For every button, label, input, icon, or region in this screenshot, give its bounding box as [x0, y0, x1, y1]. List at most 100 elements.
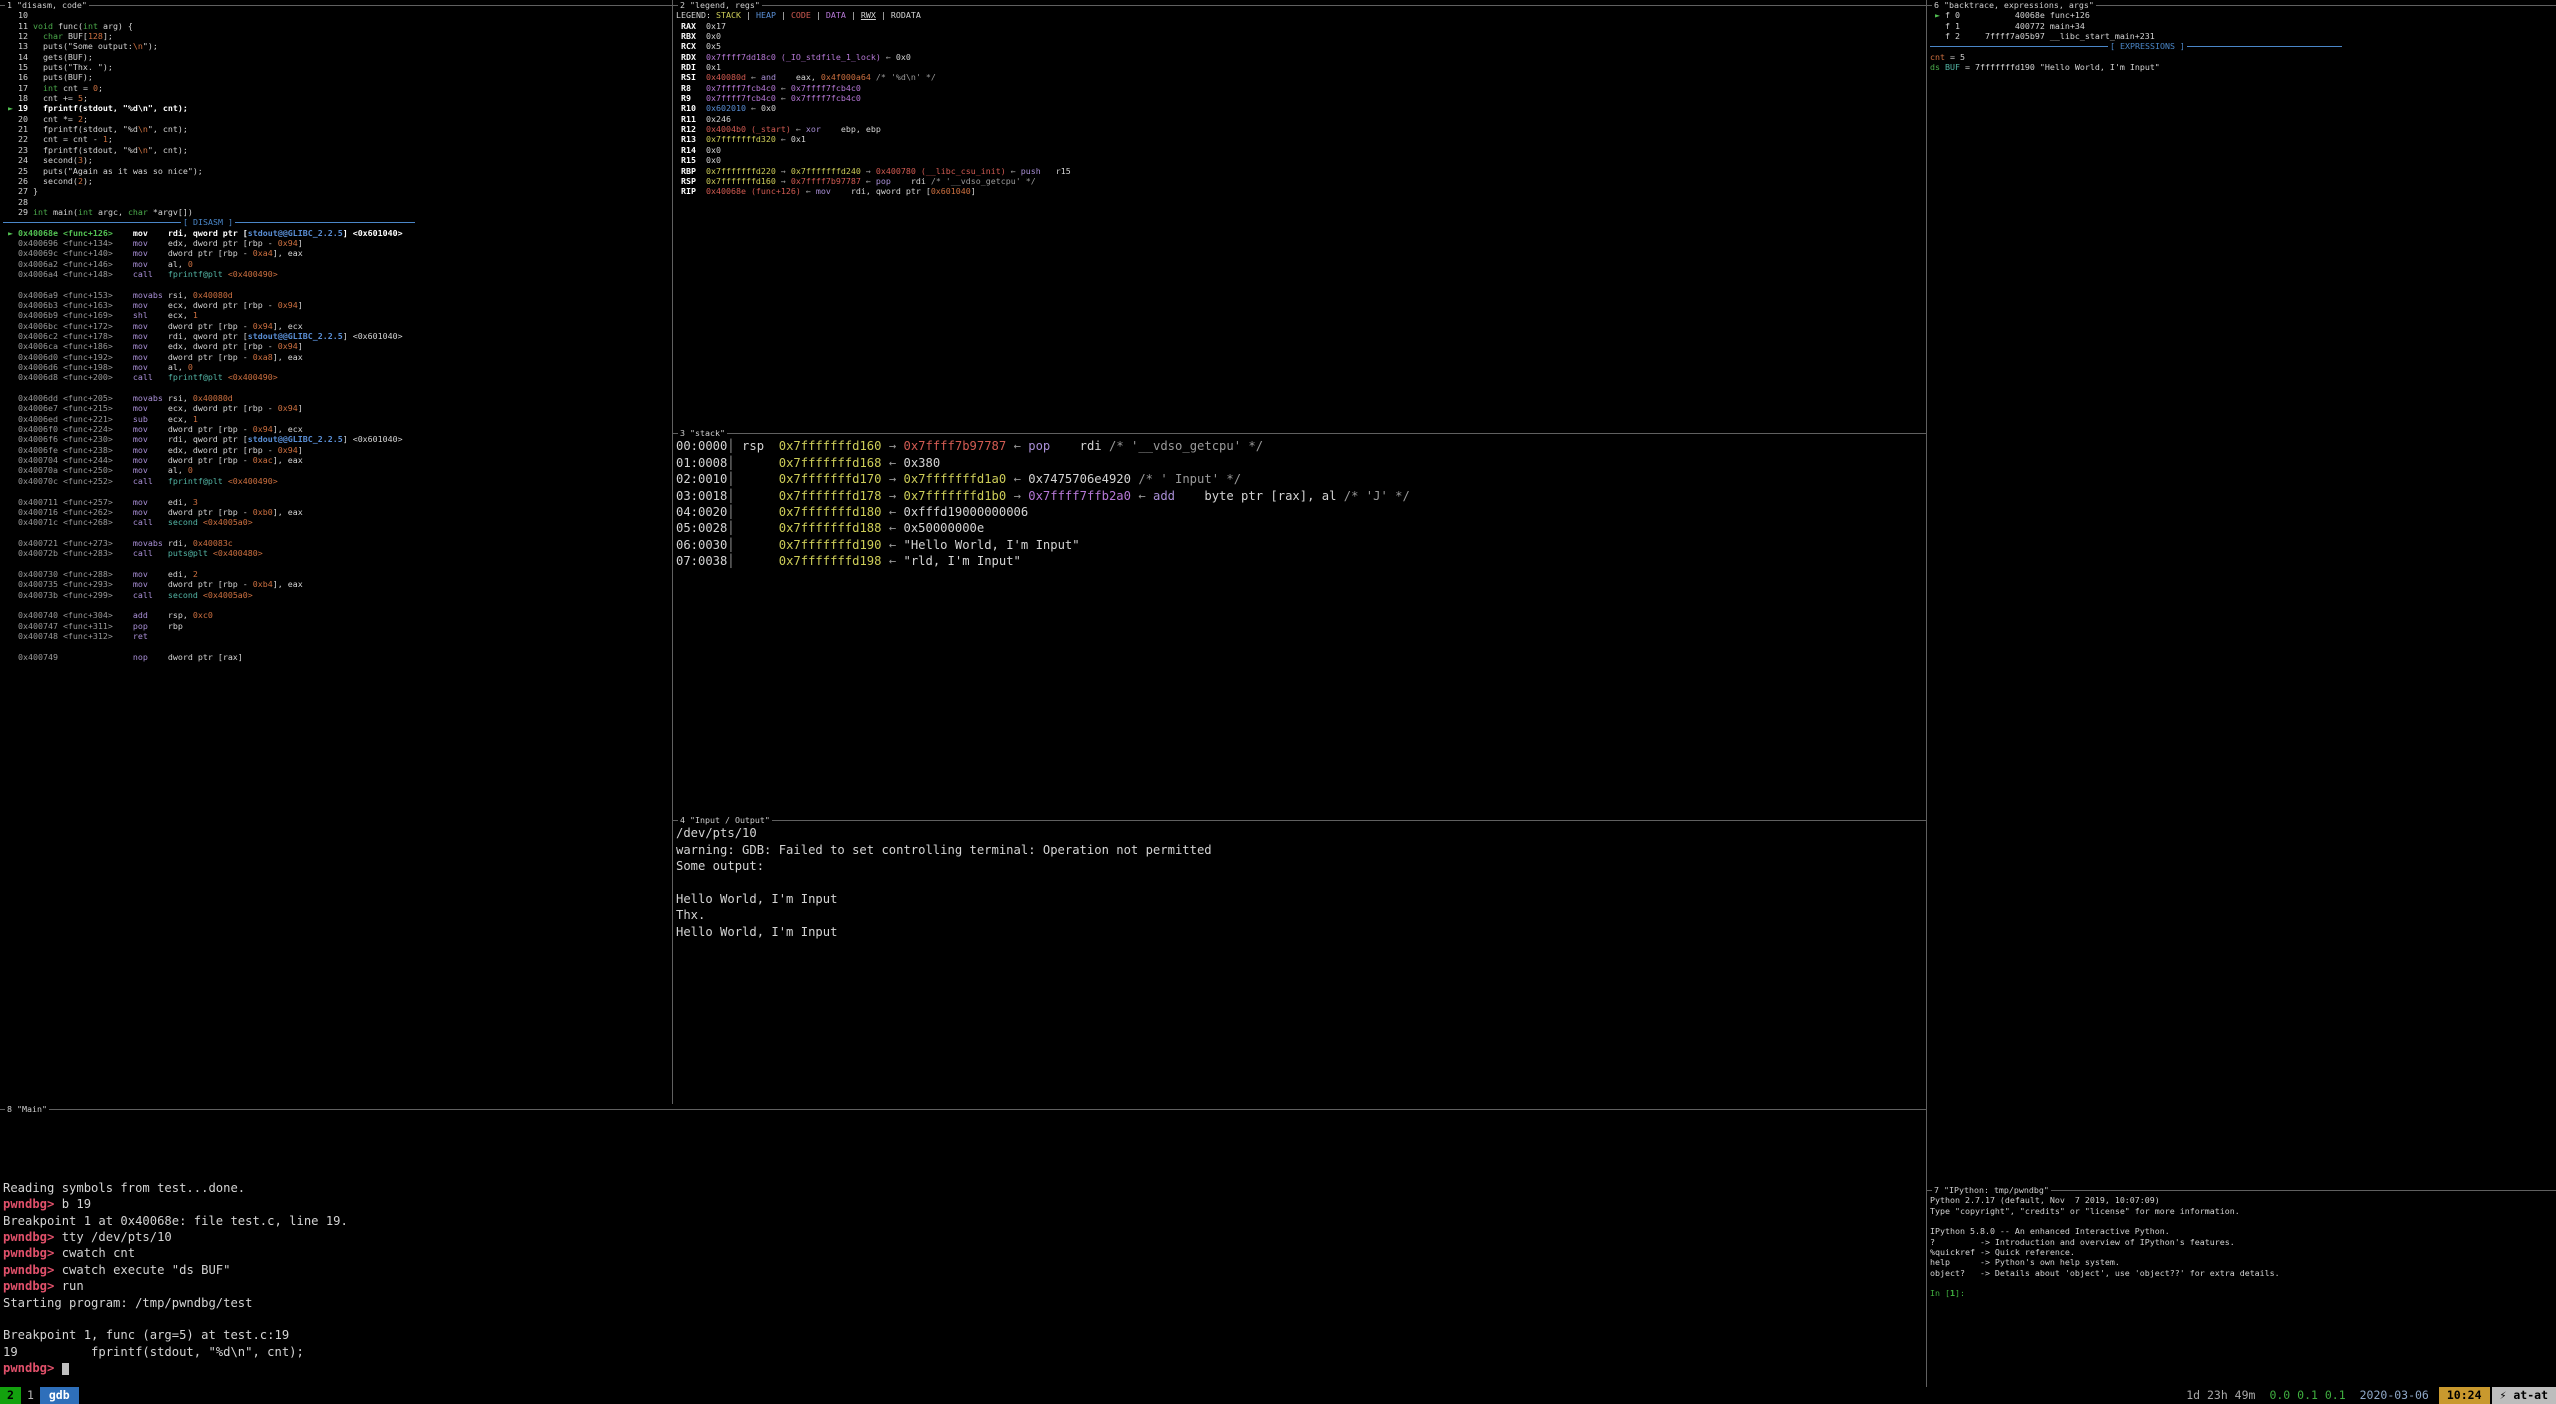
terminal-line: 11 void func(int arg) {	[3, 21, 672, 31]
terminal-line: 22 cnt = cnt - 1;	[3, 134, 672, 144]
terminal-line	[3, 1114, 1926, 1130]
terminal-line: 13 puts("Some output:\n");	[3, 41, 672, 51]
terminal-line: ► 19 fprintf(stdout, "%d\n", cnt);	[3, 103, 672, 113]
terminal-line: 12 char BUF[128];	[3, 31, 672, 41]
terminal-line: Starting program: /tmp/pwndbg/test	[3, 1295, 1926, 1311]
terminal-line	[676, 875, 1926, 891]
terminal-line: 0x4006d8 <func+200> call fprintf@plt <0x…	[3, 372, 672, 382]
terminal-line: 27 }	[3, 186, 672, 196]
terminal-line: 05:0028│ 0x7fffffffd188 ← 0x50000000e	[676, 520, 1926, 536]
terminal-line: 0x40073b <func+299> call second <0x4005a…	[3, 590, 672, 600]
terminal-line: RBP 0x7fffffffd220 → 0x7fffffffd240 → 0x…	[676, 166, 1926, 176]
session-badge[interactable]: 2	[0, 1387, 21, 1404]
pane-main-gdb[interactable]: 8 "Main" Reading symbols from test...don…	[0, 1104, 1926, 1387]
pane-border-line	[762, 5, 1926, 6]
terminal-line: 0x4006a4 <func+148> call fprintf@plt <0x…	[3, 269, 672, 279]
context-section-banner: [ EXPRESSIONS ]	[1930, 41, 2342, 51]
terminal-line: 10	[3, 10, 672, 20]
terminal-line: pwndbg>	[3, 1360, 1926, 1376]
pane-border-line	[727, 433, 1926, 434]
terminal-line: help -> Python's own help system.	[1930, 1257, 2556, 1267]
terminal-line: 0x4006dd <func+205> movabs rsi, 0x40080d	[3, 393, 672, 403]
terminal-line: pwndbg> run	[3, 1278, 1926, 1294]
terminal-line	[3, 528, 672, 538]
terminal-line: RBX 0x0	[676, 31, 1926, 41]
terminal-line: 0x400721 <func+273> movabs rdi, 0x40083c	[3, 538, 672, 548]
terminal-line	[3, 486, 672, 496]
terminal-line: 0x4006a2 <func+146> mov al, 0	[3, 259, 672, 269]
terminal-line: 0x4006b9 <func+169> shl ecx, 1	[3, 310, 672, 320]
terminal-line: R14 0x0	[676, 145, 1926, 155]
pane-title-input-output: 4 "Input / Output"	[673, 815, 1926, 825]
terminal-line: pwndbg> tty /dev/pts/10	[3, 1229, 1926, 1245]
terminal-line: RCX 0x5	[676, 41, 1926, 51]
terminal-line: object? -> Details about 'object', use '…	[1930, 1268, 2556, 1278]
terminal-line: 04:0020│ 0x7fffffffd180 ← 0xfffd19000000…	[676, 504, 1926, 520]
ipython-console-content[interactable]: Python 2.7.17 (default, Nov 7 2019, 10:0…	[1927, 1195, 2556, 1298]
pane-border-line	[49, 1109, 1926, 1110]
pane-title-disasm-code: 1 "disasm, code"	[0, 0, 672, 10]
terminal-line: 0x40072b <func+283> call puts@plt <0x400…	[3, 548, 672, 558]
gdb-console-content[interactable]: Reading symbols from test...done.pwndbg>…	[0, 1114, 1926, 1376]
pane-title-label: 1 "disasm, code"	[5, 0, 89, 10]
terminal-line: 0x40069c <func+140> mov dword ptr [rbp -…	[3, 248, 672, 258]
uptime-text: 1d 23h 49m	[2186, 1387, 2255, 1404]
terminal-line: RIP 0x40068e (func+126) ← mov rdi, qword…	[676, 186, 1926, 196]
terminal-line: R13 0x7fffffffd320 ← 0x1	[676, 134, 1926, 144]
pane-disasm-code[interactable]: 1 "disasm, code" 10 11 void func(int arg…	[0, 0, 672, 1104]
terminal-line: 0x4006ed <func+221> sub ecx, 1	[3, 414, 672, 424]
terminal-line	[3, 1311, 1926, 1327]
terminal-line: IPython 5.8.0 -- An enhanced Interactive…	[1930, 1226, 2556, 1236]
terminal-screen: 1 "disasm, code" 10 11 void func(int arg…	[0, 0, 2556, 1404]
terminal-line: f 2 7ffff7a05b97 __libc_start_main+231	[1930, 31, 2556, 41]
terminal-line: ds BUF = 7fffffffd190 "Hello World, I'm …	[1930, 62, 2556, 72]
window-name-badge[interactable]: gdb	[40, 1387, 79, 1404]
terminal-line: warning: GDB: Failed to set controlling …	[676, 842, 1926, 858]
terminal-line: Hello World, I'm Input	[676, 924, 1926, 940]
terminal-line: 0x40071c <func+268> call second <0x4005a…	[3, 517, 672, 527]
terminal-line: pwndbg> cwatch execute "ds BUF"	[3, 1262, 1926, 1278]
terminal-line: 03:0018│ 0x7fffffffd178 → 0x7fffffffd1b0…	[676, 488, 1926, 504]
terminal-line: ► f 0 40068e func+126	[1930, 10, 2556, 20]
pane-title-main: 8 "Main"	[0, 1104, 1926, 1114]
terminal-line: 0x40070c <func+252> call fprintf@plt <0x…	[3, 476, 672, 486]
stack-content: 00:0000│ rsp 0x7fffffffd160 → 0x7ffff7b9…	[673, 438, 1926, 569]
terminal-line: ? -> Introduction and overview of IPytho…	[1930, 1237, 2556, 1247]
terminal-line: 0x400711 <func+257> mov edi, 3	[3, 497, 672, 507]
terminal-line: 0x4006f0 <func+224> mov dword ptr [rbp -…	[3, 424, 672, 434]
terminal-line: 23 fprintf(stdout, "%d\n", cnt);	[3, 145, 672, 155]
window-index[interactable]: 1	[21, 1387, 40, 1404]
pane-backtrace-expressions[interactable]: 6 "backtrace, expressions, args" ► f 0 4…	[1927, 0, 2556, 1185]
pane-stack[interactable]: 3 "stack" 00:0000│ rsp 0x7fffffffd160 → …	[673, 428, 1926, 815]
pane-title-label: 3 "stack"	[678, 428, 727, 438]
terminal-line: 0x400716 <func+262> mov dword ptr [rbp -…	[3, 507, 672, 517]
terminal-line: 0x4006e7 <func+215> mov ecx, dword ptr […	[3, 403, 672, 413]
pane-title-label: 8 "Main"	[5, 1104, 49, 1114]
terminal-line: 0x40070a <func+250> mov al, 0	[3, 465, 672, 475]
disasm-code-content: 10 11 void func(int arg) { 12 char BUF[1…	[0, 10, 672, 662]
terminal-line: RDI 0x1	[676, 62, 1926, 72]
terminal-line: RSI 0x40080d ← and eax, 0x4f000a64 /* '%…	[676, 72, 1926, 82]
terminal-line	[3, 559, 672, 569]
pane-input-output[interactable]: 4 "Input / Output" /dev/pts/10warning: G…	[673, 815, 1926, 1104]
pane-ipython[interactable]: 7 "IPython: tmp/pwndbg" Python 2.7.17 (d…	[1927, 1185, 2556, 1387]
terminal-line: Thx.	[676, 907, 1926, 923]
terminal-line: Some output:	[676, 858, 1926, 874]
status-right-group: 1d 23h 49m 0.0 0.1 0.1 2020-03-06 10:24 …	[2186, 1387, 2556, 1404]
terminal-line: 01:0008│ 0x7fffffffd168 ← 0x380	[676, 455, 1926, 471]
terminal-line: ► 0x40068e <func+126> mov rdi, qword ptr…	[3, 228, 672, 238]
terminal-line: 06:0030│ 0x7fffffffd190 ← "Hello World, …	[676, 537, 1926, 553]
terminal-line: R10 0x602010 ← 0x0	[676, 103, 1926, 113]
hostname-text: at-at	[2513, 1388, 2548, 1402]
pane-title-backtrace: 6 "backtrace, expressions, args"	[1927, 0, 2556, 10]
terminal-line: RDX 0x7ffff7dd18c0 (_IO_stdfile_1_lock) …	[676, 52, 1926, 62]
terminal-line: 24 second(3);	[3, 155, 672, 165]
pane-title-label: 6 "backtrace, expressions, args"	[1932, 0, 2096, 10]
terminal-line: 0x4006d0 <func+192> mov dword ptr [rbp -…	[3, 352, 672, 362]
pane-title-legend-regs: 2 "legend, regs"	[673, 0, 1926, 10]
pane-legend-regs[interactable]: 2 "legend, regs" LEGEND: STACK | HEAP | …	[673, 0, 1926, 428]
pane-border-line	[2096, 5, 2556, 6]
terminal-line: 0x4006ca <func+186> mov edx, dword ptr […	[3, 341, 672, 351]
terminal-line: f 1 400772 main+34	[1930, 21, 2556, 31]
terminal-line: R12 0x4004b0 (_start) ← xor ebp, ebp	[676, 124, 1926, 134]
